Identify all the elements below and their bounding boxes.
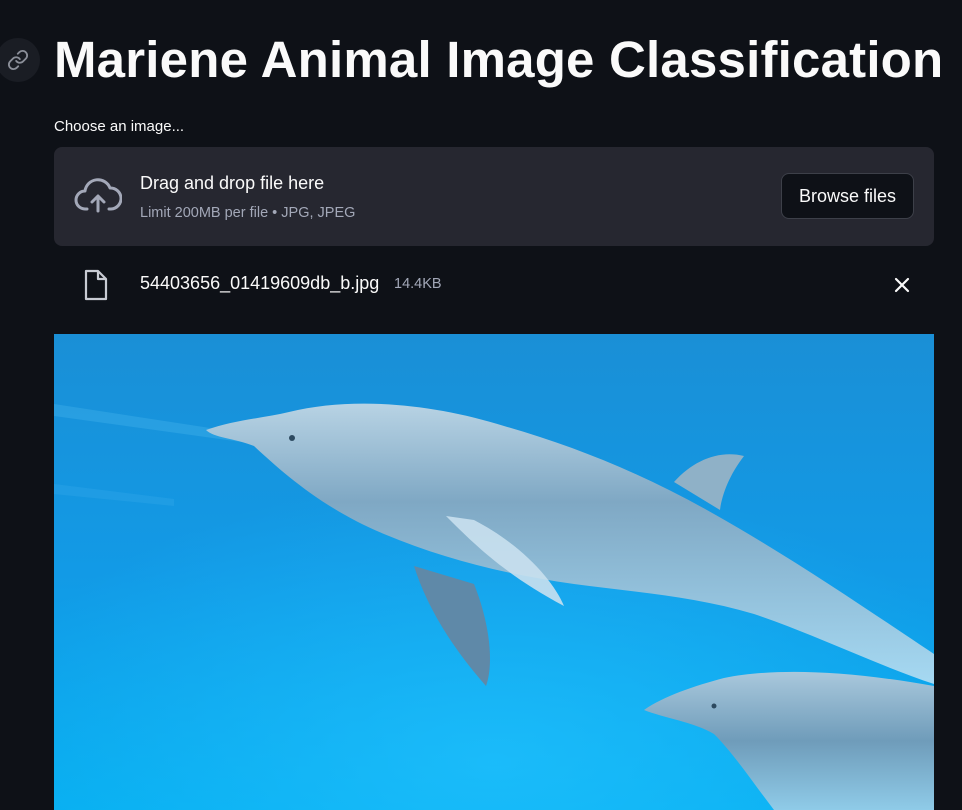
dropzone-limit: Limit 200MB per file • JPG, JPEG — [140, 205, 356, 221]
cloud-upload-icon — [74, 176, 123, 216]
uploaded-file-row: 54403656_01419609db_b.jpg 14.4KB — [54, 260, 934, 310]
uploader-label: Choose an image... — [54, 118, 185, 135]
dropzone-title: Drag and drop file here — [140, 173, 325, 193]
file-size: 14.4KB — [394, 276, 442, 292]
uploaded-image-preview — [54, 334, 934, 810]
browse-files-button[interactable]: Browse files — [781, 173, 914, 219]
link-icon[interactable] — [0, 38, 40, 82]
close-icon[interactable] — [891, 274, 913, 296]
file-dropzone[interactable]: Drag and drop file here Limit 200MB per … — [54, 147, 934, 246]
file-icon — [83, 269, 109, 301]
file-name: 54403656_01419609db_b.jpg — [140, 273, 380, 293]
page-title: Mariene Animal Image Classification — [54, 31, 944, 88]
